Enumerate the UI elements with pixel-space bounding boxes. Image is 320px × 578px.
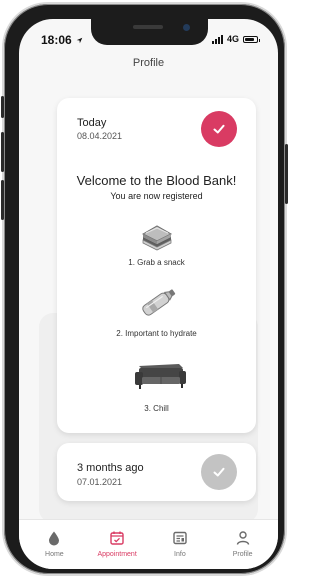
- step-hydrate-label: 2. Important to hydrate: [116, 329, 197, 338]
- past-appointment-status: [201, 454, 237, 490]
- network-label: 4G: [226, 34, 239, 44]
- registered-text: You are now registered: [110, 191, 203, 201]
- person-icon: [236, 531, 249, 545]
- mute-switch: [1, 96, 4, 118]
- appointment-status: [201, 111, 237, 147]
- signal-icon: [211, 34, 223, 44]
- volume-up-button: [1, 132, 4, 172]
- status-time-text: 18:06: [41, 33, 72, 47]
- status-indicators: 4G: [211, 34, 260, 44]
- tab-info[interactable]: Info: [152, 520, 208, 569]
- blood-drop-icon: [49, 531, 60, 546]
- past-appointment-title: 3 months ago: [77, 462, 144, 474]
- page-title: Profile: [132, 57, 165, 69]
- tab-info-label: Info: [174, 551, 186, 558]
- info-document-icon: [173, 531, 187, 545]
- app-screen: 18:06 4G Profile Today 08.04.2021 Velcom…: [19, 19, 278, 569]
- tab-home-label: Home: [45, 551, 64, 558]
- tab-appointment[interactable]: Appointment: [89, 520, 145, 569]
- phone-frame: 18:06 4G Profile Today 08.04.2021 Velcom…: [1, 4, 288, 574]
- appointment-title: Today: [77, 117, 107, 129]
- check-icon: [213, 467, 225, 477]
- tab-home[interactable]: Home: [26, 520, 82, 569]
- tab-appointment-label: Appointment: [97, 551, 137, 558]
- front-camera: [183, 24, 190, 31]
- notch: [91, 19, 208, 45]
- calendar-check-icon: [110, 531, 124, 545]
- step-snack-label: 1. Grab a snack: [128, 258, 185, 267]
- check-icon: [213, 124, 225, 134]
- appointment-date: 08.04.2021: [77, 131, 123, 141]
- power-button: [285, 144, 288, 204]
- battery-icon: [243, 35, 260, 43]
- tab-bar: Home Appointment Info Profile: [19, 519, 278, 569]
- water-bottle-icon: [142, 289, 176, 316]
- welcome-heading: Velcome to the Blood Bank!: [76, 173, 237, 188]
- appointment-card[interactable]: Today 08.04.2021 Velcome to the Blood Ba…: [57, 98, 256, 433]
- location-arrow-icon: [76, 37, 83, 44]
- past-appointment-card[interactable]: 3 months ago 07.01.2021: [57, 443, 256, 501]
- volume-down-button: [1, 180, 4, 220]
- tab-profile-label: Profile: [232, 551, 253, 558]
- sandwich-icon: [141, 225, 173, 251]
- past-appointment-date: 07.01.2021: [77, 477, 123, 487]
- step-chill-label: 3. Chill: [144, 404, 169, 413]
- tab-profile[interactable]: Profile: [215, 520, 271, 569]
- speaker: [133, 25, 163, 29]
- status-time: 18:06: [41, 33, 83, 47]
- sofa-icon: [135, 364, 186, 389]
